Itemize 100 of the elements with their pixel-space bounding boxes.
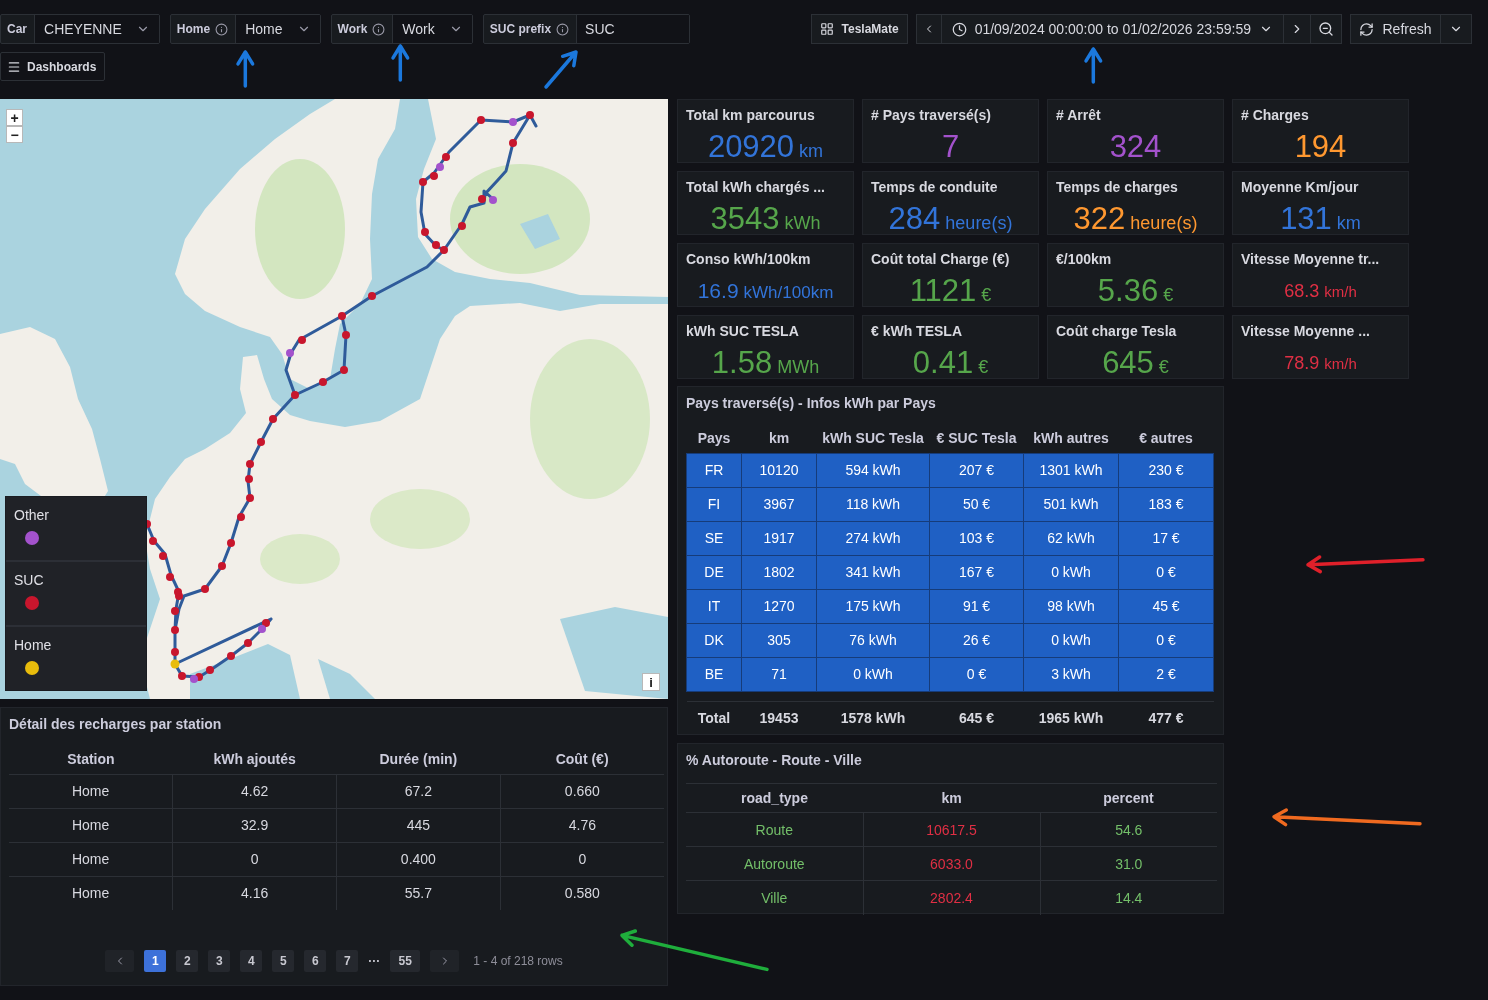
stat-title: # Arrêt xyxy=(1056,106,1102,124)
zoom-in-button[interactable]: + xyxy=(6,109,23,126)
stat-value: 5.36 xyxy=(1097,274,1159,308)
column-header[interactable]: km xyxy=(863,783,1040,813)
arrow-icon xyxy=(620,928,769,971)
arrow-icon xyxy=(1272,808,1422,827)
column-header[interactable]: kWh autres xyxy=(1023,424,1119,453)
total-cell: 19453 xyxy=(741,701,817,735)
page-button[interactable]: 3 xyxy=(208,950,231,972)
column-header[interactable]: kWh SUC Tesla xyxy=(816,424,930,453)
clock-icon xyxy=(951,21,967,37)
column-header[interactable]: Pays xyxy=(686,424,742,453)
page-button[interactable]: 6 xyxy=(304,950,327,972)
stat-unit: km xyxy=(1336,213,1361,234)
column-header[interactable]: percent xyxy=(1040,783,1217,813)
previous-range-button[interactable] xyxy=(915,14,942,44)
table-cell: 45 € xyxy=(1118,589,1214,623)
total-cell: 1965 kWh xyxy=(1023,701,1119,735)
arrow-icon xyxy=(235,50,255,88)
total-cell: Total xyxy=(686,701,742,735)
table-cell: 0 kWh xyxy=(816,657,930,691)
table-cell: IT xyxy=(686,589,742,623)
stat-value: 0.41 xyxy=(912,346,974,380)
time-range-picker[interactable]: 01/09/2024 00:00:00 to 01/02/2026 23:59:59 xyxy=(940,14,1284,44)
page-button[interactable]: 5 xyxy=(272,950,295,972)
stat-title: Coût charge Tesla xyxy=(1056,322,1178,340)
stat-value: 645 xyxy=(1102,346,1154,380)
table-cell: 1301 kWh xyxy=(1023,453,1119,487)
column-header[interactable]: km xyxy=(741,424,817,453)
column-header[interactable]: € autres xyxy=(1118,424,1214,453)
dashboards-button[interactable]: Dashboards xyxy=(0,52,106,81)
refresh-icon xyxy=(1359,21,1375,37)
stat-title: Coût total Charge (€) xyxy=(871,250,1011,268)
table-cell: 14.4 xyxy=(1040,880,1217,915)
refresh-interval-button[interactable] xyxy=(1440,14,1472,44)
table-cell: 4.62 xyxy=(172,774,337,808)
page-button[interactable]: 1 xyxy=(144,950,167,972)
column-header[interactable]: kWh ajoutés xyxy=(172,745,337,774)
text-input-field[interactable]: SUC xyxy=(576,15,690,43)
page-button[interactable]: 7 xyxy=(336,950,359,972)
table-cell: 445 xyxy=(336,808,501,842)
stat-unit: km xyxy=(799,141,824,162)
stat-value: 7 xyxy=(941,130,960,164)
stat-value: 322 xyxy=(1073,202,1126,236)
stat-value: 3543 xyxy=(710,202,780,236)
table-cell: 71 xyxy=(741,657,817,691)
refresh-button[interactable]: Refresh xyxy=(1350,14,1441,44)
table-cell: Route xyxy=(686,812,863,847)
column-header[interactable]: Coût (€) xyxy=(500,745,664,774)
stat-unit: MWh xyxy=(777,357,820,378)
table-cell: BE xyxy=(686,657,742,691)
column-header[interactable]: € SUC Tesla xyxy=(929,424,1024,453)
variable-select[interactable]: Work xyxy=(392,15,472,43)
variable-select[interactable]: Home xyxy=(235,15,320,43)
stat-unit: heure(s) xyxy=(945,213,1013,234)
stat-unit: km/h xyxy=(1324,355,1357,372)
table-cell: 118 kWh xyxy=(816,487,930,521)
map-info-button[interactable]: i xyxy=(642,673,660,691)
column-header[interactable]: Durée (min) xyxy=(336,745,501,774)
table-cell: Autoroute xyxy=(686,846,863,881)
next-page-button[interactable] xyxy=(430,950,460,972)
variable-select[interactable]: CHEYENNE xyxy=(34,15,159,43)
stat-value: 324 xyxy=(1109,130,1162,164)
table-cell: 183 € xyxy=(1118,487,1214,521)
grid-icon xyxy=(819,22,834,36)
page-button[interactable]: 2 xyxy=(176,950,199,972)
variable-label: Car xyxy=(6,21,27,38)
stat-title: € kWh TESLA xyxy=(871,322,963,340)
table-cell: 167 € xyxy=(929,555,1024,589)
table-cell: 103 € xyxy=(929,521,1024,555)
column-header[interactable]: Station xyxy=(9,745,173,774)
zoom-out-icon xyxy=(1318,21,1334,37)
previous-page-button[interactable] xyxy=(105,950,135,972)
stat-title: Temps de charges xyxy=(1056,178,1179,196)
table-cell: 0 € xyxy=(929,657,1024,691)
stat-unit: km/h xyxy=(1324,283,1357,300)
zoom-out-button[interactable]: − xyxy=(6,126,23,143)
stat-title: Vitesse Moyenne tr... xyxy=(1241,250,1381,268)
stat-title: # Charges xyxy=(1241,106,1310,124)
table-cell: 501 kWh xyxy=(1023,487,1119,521)
page-button[interactable]: 55 xyxy=(390,950,421,972)
legend-label: Home xyxy=(14,637,53,653)
panel-title: Pays traversé(s) - Infos kWh par Pays xyxy=(686,394,937,412)
table-cell: 341 kWh xyxy=(816,555,930,589)
stat-unit: € xyxy=(1158,357,1169,378)
stat-value: 68.3 xyxy=(1284,280,1320,303)
legend-label: SUC xyxy=(14,572,45,588)
table-cell: 175 kWh xyxy=(816,589,930,623)
zoom-out-button[interactable] xyxy=(1310,14,1342,44)
table-cell: 55.7 xyxy=(336,876,501,910)
dashboard-link-button[interactable]: TeslaMate xyxy=(810,14,908,44)
stat-value: 78.9 xyxy=(1284,352,1320,375)
table-cell: 3 kWh xyxy=(1023,657,1119,691)
panel-title: % Autoroute - Route - Ville xyxy=(686,751,863,769)
table-cell: 91 € xyxy=(929,589,1024,623)
stat-unit: heure(s) xyxy=(1130,213,1198,234)
total-cell: 645 € xyxy=(929,701,1024,735)
page-button[interactable]: 4 xyxy=(240,950,263,972)
column-header[interactable]: road_type xyxy=(686,783,863,813)
table-cell: 31.0 xyxy=(1040,846,1217,881)
